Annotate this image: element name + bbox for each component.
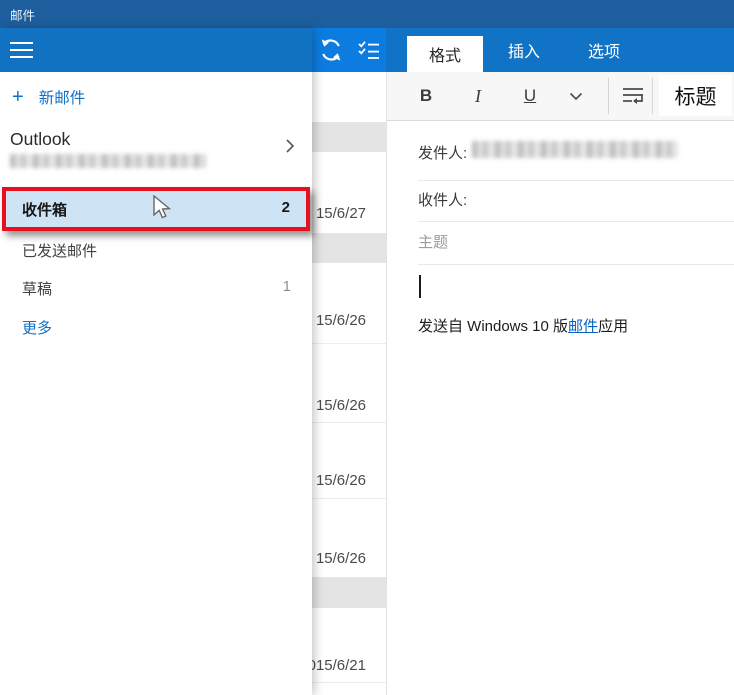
chevron-right-icon[interactable] [284, 138, 296, 159]
sync-button[interactable] [316, 36, 346, 64]
new-mail-button[interactable]: + 新邮件 [12, 86, 85, 108]
toolbar-divider [652, 78, 653, 114]
sidebar-item-sent[interactable]: 已发送邮件 [22, 240, 97, 261]
paragraph-button[interactable] [615, 72, 651, 120]
inbox-label: 收件箱 [22, 199, 67, 220]
to-field[interactable]: 收件人: [418, 189, 467, 210]
checklist-icon [355, 36, 383, 64]
compose-pane: 格式 插入 选项 B I U [386, 28, 734, 695]
mail-app-link[interactable]: 邮件 [568, 318, 598, 335]
text-cursor [419, 275, 421, 298]
heading-style-button[interactable]: 标题 [659, 75, 732, 116]
flyout-header [0, 28, 312, 72]
field-divider [418, 180, 734, 181]
paragraph-icon [621, 85, 645, 107]
field-divider [418, 221, 734, 222]
drafts-count: 1 [283, 278, 291, 295]
ribbon: 格式 插入 选项 [386, 28, 734, 72]
toolbar-divider [608, 78, 609, 114]
new-mail-label: 新邮件 [39, 86, 86, 108]
hamburger-icon[interactable] [10, 42, 33, 63]
from-address-redacted [472, 141, 678, 158]
tab-options[interactable]: 选项 [569, 28, 639, 72]
titlebar: 邮件 [0, 0, 734, 28]
bold-button[interactable]: B [411, 72, 441, 120]
format-toolbar: B I U 标题 [387, 72, 734, 121]
list-item-date[interactable]: 15/6/26 [316, 312, 366, 329]
selection-mode-button[interactable] [354, 36, 384, 64]
list-item-date[interactable]: 15/6/26 [316, 550, 366, 567]
sidebar-item-more[interactable]: 更多 [22, 317, 52, 338]
signature-text: 发送自 Windows 10 版邮件应用 [418, 315, 628, 336]
mail-app-window: 邮件 [0, 0, 734, 695]
list-item-date[interactable]: 15/6/27 [316, 205, 366, 222]
sidebar-item-drafts[interactable]: 草稿 [22, 278, 52, 299]
navigation-flyout: + 新邮件 Outlook 收件箱 2 已发送邮件 草稿 1 更多 [0, 28, 312, 695]
chevron-down-icon [569, 92, 583, 101]
underline-button[interactable]: U [515, 72, 545, 120]
signature-suffix: 应用 [598, 318, 628, 335]
inbox-unread-count: 2 [282, 199, 290, 216]
field-divider [418, 264, 734, 265]
list-item-date[interactable]: 15/6/26 [316, 397, 366, 414]
window-title: 邮件 [10, 5, 35, 24]
pane-divider [386, 72, 387, 695]
font-options-dropdown[interactable] [559, 72, 593, 120]
account-name[interactable]: Outlook [10, 129, 70, 150]
list-item-date[interactable]: 15/6/26 [316, 472, 366, 489]
plus-icon: + [12, 88, 24, 106]
mouse-cursor [152, 195, 174, 226]
subject-field[interactable]: 主题 [418, 231, 448, 252]
italic-button[interactable]: I [463, 72, 493, 120]
tab-format[interactable]: 格式 [407, 36, 483, 72]
signature-prefix: 发送自 Windows 10 版 [418, 318, 568, 335]
tab-insert[interactable]: 插入 [489, 28, 559, 72]
account-email-redacted [10, 154, 206, 168]
sync-icon [317, 36, 345, 64]
from-label: 发件人: [418, 142, 467, 163]
